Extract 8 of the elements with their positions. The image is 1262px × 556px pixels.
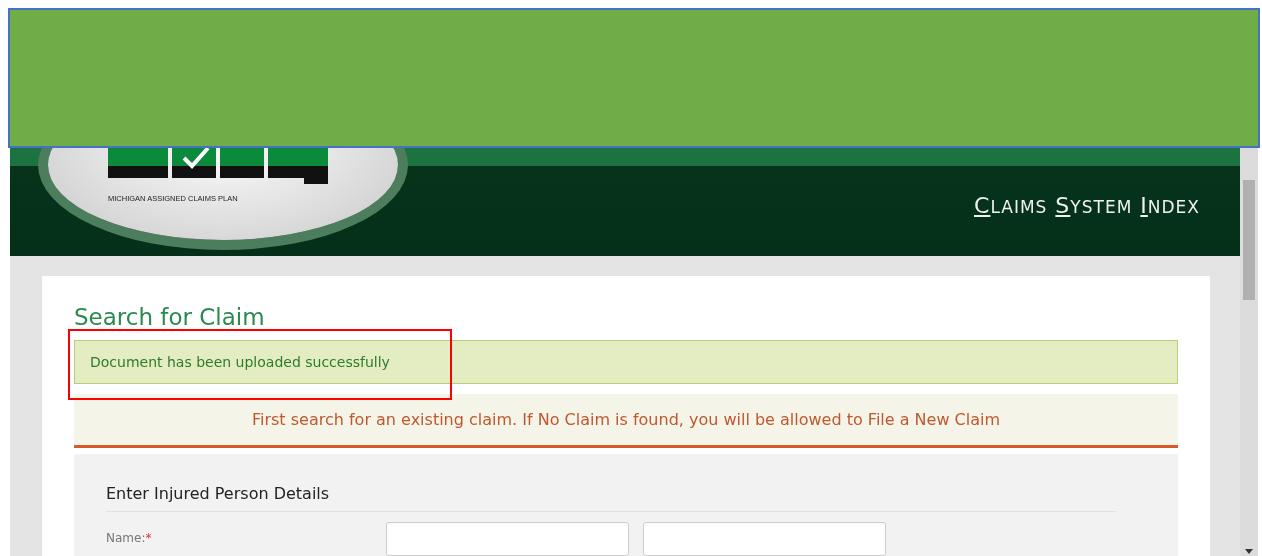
claims-system-index-link[interactable]: CLAIMS SYSTEM INDEX	[974, 193, 1200, 218]
section-title: Enter Injured Person Details	[106, 484, 1116, 512]
input-field[interactable]	[386, 522, 629, 556]
success-alert: Document has been uploaded successfully	[74, 340, 1178, 384]
page-title: Search for Claim	[74, 304, 266, 330]
input-field[interactable]	[643, 522, 886, 556]
notice-banner: First search for an existing claim. If No Claim is found, you will be allowed to File a New Claim	[74, 394, 1178, 448]
field-label: Name:*	[106, 530, 153, 545]
